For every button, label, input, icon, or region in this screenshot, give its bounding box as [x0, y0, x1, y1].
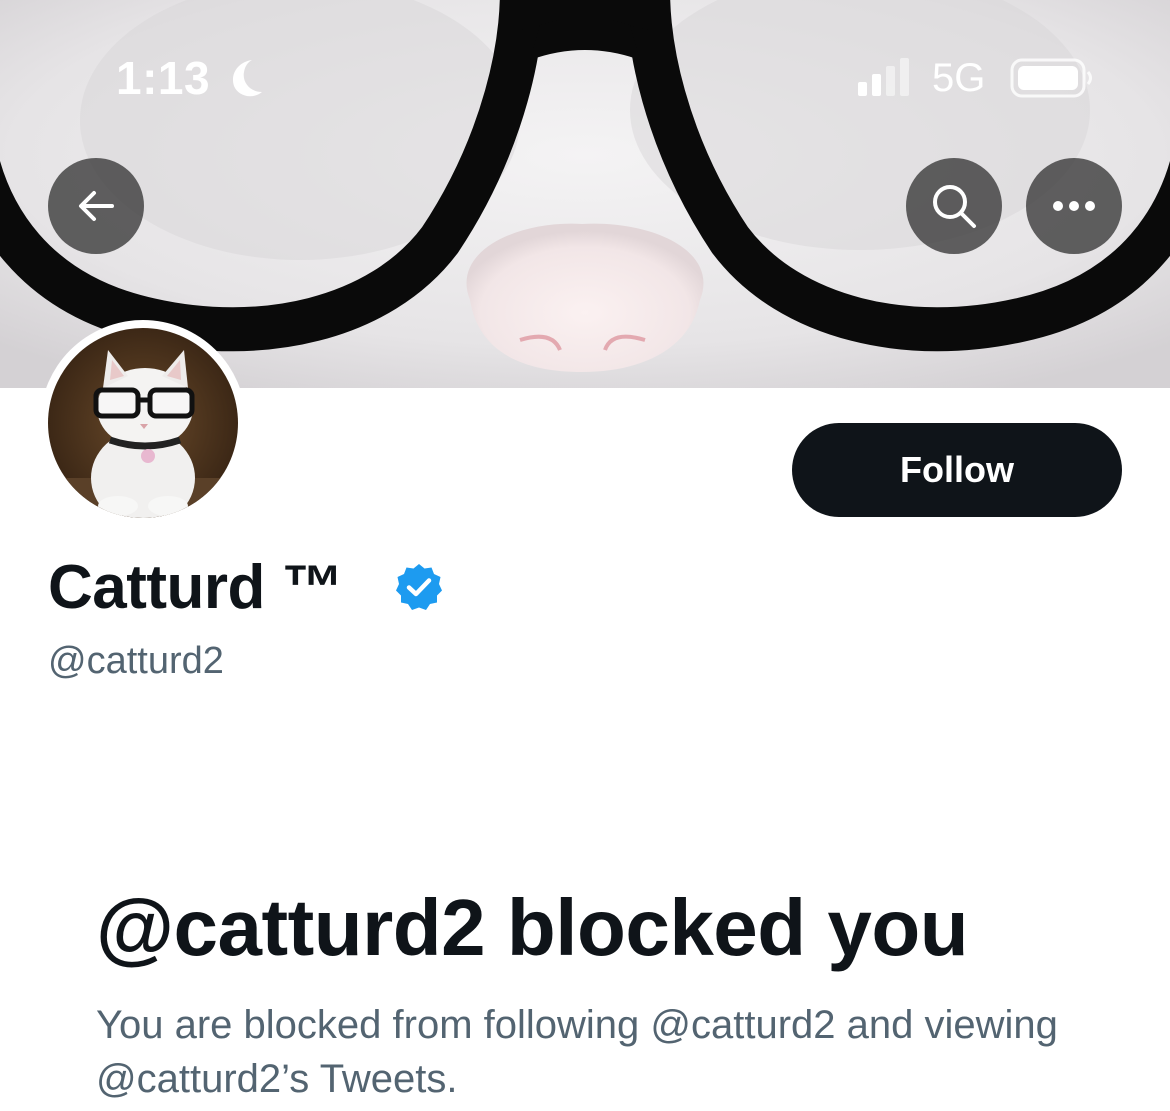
- avatar-image: [48, 328, 238, 518]
- moon-icon: [232, 60, 262, 97]
- profile-handle: @catturd2: [48, 640, 224, 682]
- network-label: 5G: [932, 56, 986, 100]
- search-button[interactable]: [906, 158, 1002, 254]
- signal-icon: [858, 58, 909, 96]
- blocked-title: @catturd2 blocked you: [96, 883, 969, 972]
- display-name: Catturd ™: [48, 553, 344, 622]
- arrow-left-icon: [79, 191, 114, 221]
- follow-button[interactable]: Follow: [792, 423, 1122, 517]
- more-button[interactable]: [1026, 158, 1122, 254]
- status-time: 1:13: [116, 52, 211, 104]
- battery-icon: [1010, 58, 1092, 98]
- avatar[interactable]: [40, 320, 246, 526]
- more-horizontal-icon: [1053, 201, 1095, 211]
- back-button[interactable]: [48, 158, 144, 254]
- search-icon: [933, 185, 976, 228]
- verified-badge-icon[interactable]: [394, 562, 444, 612]
- blocked-description: You are blocked from following @catturd2…: [96, 1003, 1058, 1101]
